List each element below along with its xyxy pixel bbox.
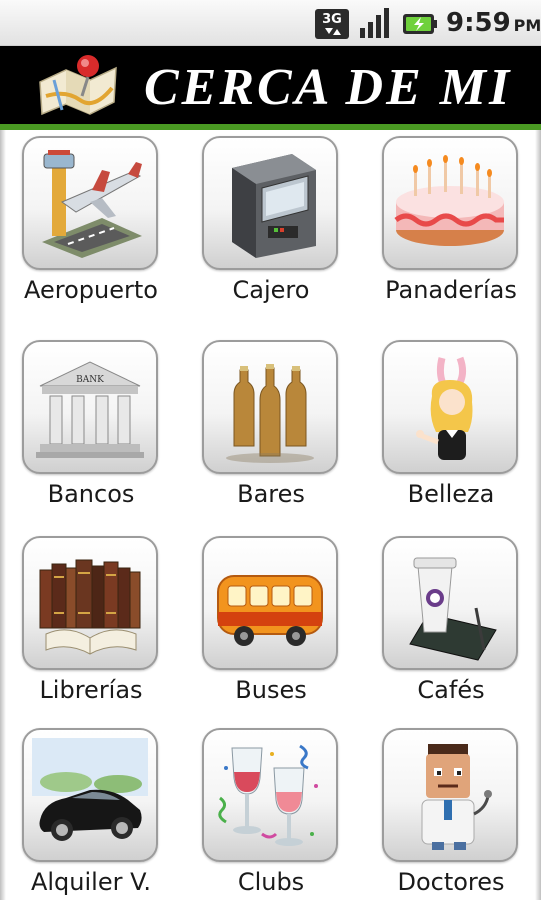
category-label: Doctores	[397, 868, 505, 896]
category-label: Buses	[235, 676, 307, 704]
airport-icon	[42, 150, 142, 258]
signal-strength-icon	[360, 8, 389, 38]
atm-icon	[232, 154, 316, 258]
category-cafes[interactable]: Cafés	[360, 530, 541, 725]
category-icon-button[interactable]	[382, 536, 518, 670]
coffee-cup-icon	[409, 557, 497, 661]
category-label: Librerías	[39, 676, 143, 704]
clock-ampm: PM	[513, 16, 541, 35]
category-label: Cajero	[232, 276, 310, 304]
category-label: Alquiler V.	[30, 868, 152, 896]
3g-network-icon: 3G	[315, 9, 349, 39]
category-icon-button[interactable]	[202, 340, 338, 474]
car-icon	[32, 738, 148, 841]
category-cajero[interactable]: Cajero	[180, 130, 362, 325]
map-pin-icon	[39, 55, 117, 116]
category-icon-button[interactable]	[382, 136, 518, 270]
clock-time: 9:59	[446, 8, 511, 38]
category-panaderias[interactable]: Panaderías	[360, 130, 541, 325]
category-buses[interactable]: Buses	[180, 530, 362, 725]
category-label: Bares	[237, 480, 305, 508]
battery-charging-icon	[403, 14, 437, 34]
wine-glasses-icon	[218, 744, 318, 846]
category-icon-button[interactable]	[22, 536, 158, 670]
category-doctores[interactable]: Doctores	[360, 722, 541, 917]
category-icon-button[interactable]	[202, 728, 338, 862]
app-title: CERCA DE MI	[144, 59, 513, 116]
beer-bottles-icon	[226, 364, 314, 463]
clock: 9:59 PM	[446, 8, 541, 38]
category-bares[interactable]: Bares	[180, 334, 362, 529]
category-icon-button[interactable]	[22, 728, 158, 862]
bank-sign-text: BANK	[76, 375, 104, 385]
category-label: Cafés	[417, 676, 485, 704]
category-label: Bancos	[47, 480, 135, 508]
category-bancos[interactable]: BANK Bancos	[0, 334, 182, 529]
category-icon-button[interactable]: BANK	[22, 340, 158, 474]
category-clubs[interactable]: Clubs	[180, 722, 362, 917]
category-label: Belleza	[407, 480, 495, 508]
books-icon	[39, 559, 141, 655]
bank-icon: BANK	[36, 361, 144, 458]
category-icon-button[interactable]	[382, 340, 518, 474]
category-belleza[interactable]: Belleza	[360, 334, 541, 529]
category-label: Aeropuerto	[24, 276, 158, 304]
doctor-icon	[421, 744, 492, 850]
category-icon-button[interactable]	[202, 136, 338, 270]
network-type-label: 3G	[322, 12, 342, 27]
category-librerias[interactable]: Librerías	[0, 530, 182, 725]
category-icon-button[interactable]	[22, 136, 158, 270]
bus-icon	[217, 575, 323, 646]
category-label: Clubs	[237, 868, 305, 896]
category-alquiler-vehiculos[interactable]: Alquiler V.	[0, 722, 182, 917]
category-icon-button[interactable]	[382, 728, 518, 862]
category-aeropuerto[interactable]: Aeropuerto	[0, 130, 182, 325]
bunny-girl-icon	[416, 356, 473, 460]
category-label: Panaderías	[385, 276, 517, 304]
status-bar: 3G 9:59 PM	[0, 0, 541, 46]
category-icon-button[interactable]	[202, 536, 338, 670]
cake-icon	[394, 155, 504, 246]
